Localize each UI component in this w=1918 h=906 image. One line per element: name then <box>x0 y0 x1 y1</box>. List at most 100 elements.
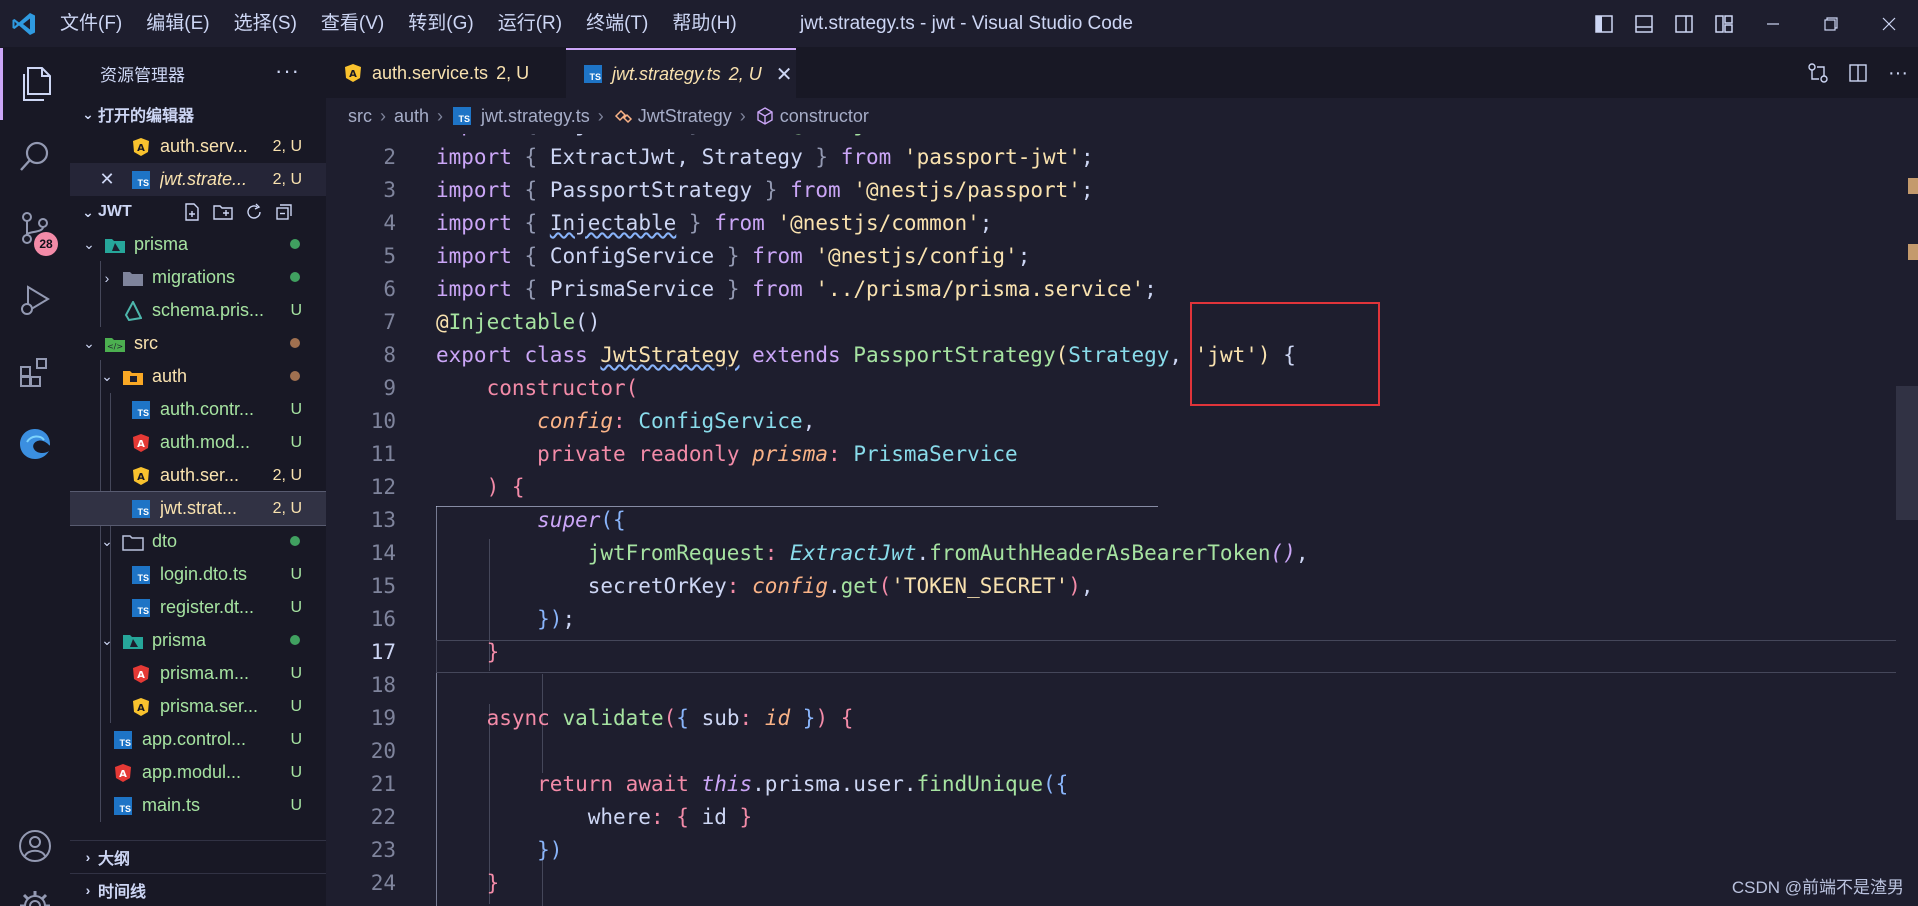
source-control-icon[interactable]: 28 <box>0 192 70 264</box>
tree-file-auth-controller[interactable]: TS auth.contr... U <box>70 393 326 426</box>
code-line: 6 import { PrismaService } from '../prism… <box>383 277 1157 301</box>
open-editor-item-active[interactable]: ✕ TS jwt.strate... 2, U <box>70 163 326 196</box>
outline-title: 大纲 <box>98 851 131 868</box>
run-debug-icon[interactable] <box>0 264 70 336</box>
workspace-section[interactable]: ⌄ JWT <box>70 196 326 228</box>
tree-file-app-module[interactable]: A app.modul... U <box>70 756 326 789</box>
editor-scrollbar[interactable] <box>1896 134 1918 906</box>
settings-gear-icon[interactable] <box>0 870 70 906</box>
menu-selection[interactable]: 选择(S) <box>222 0 309 48</box>
tree-folder-prisma-src[interactable]: ⌄ prisma <box>70 624 326 657</box>
toggle-panel-icon[interactable] <box>1624 0 1664 48</box>
workspace-actions <box>182 202 294 222</box>
menu-run[interactable]: 运行(R) <box>486 0 574 48</box>
minimize-icon[interactable] <box>1744 0 1802 48</box>
typescript-file-icon: TS <box>112 730 134 750</box>
breadcrumb-method[interactable]: constructor <box>780 106 869 127</box>
open-changes-icon[interactable] <box>1798 48 1838 98</box>
new-file-icon[interactable] <box>182 202 202 222</box>
code-line: 8 export class JwtStrategy extends Passpo… <box>383 343 1296 367</box>
code-line: 11 private readonly prisma: PrismaServic… <box>370 442 1018 466</box>
tree-folder-auth[interactable]: ⌄ auth <box>70 360 326 393</box>
open-editors-title: 打开的编辑器 <box>98 108 195 125</box>
code-line: 4 import { Injectable } from '@nestjs/com… <box>383 211 993 235</box>
explorer-icon[interactable] <box>0 48 70 120</box>
activity-bar: 28 <box>0 48 70 906</box>
code-line: 20 <box>370 739 396 763</box>
tree-folder-dto[interactable]: ⌄ dto <box>70 525 326 558</box>
folder-open-icon <box>122 532 144 552</box>
typescript-file-icon: TS <box>130 400 152 420</box>
restore-icon[interactable] <box>1802 0 1860 48</box>
edge-devtools-icon[interactable] <box>0 408 70 480</box>
code-line: 16 }); <box>370 607 576 631</box>
timeline-section[interactable]: › 时间线 <box>70 873 326 905</box>
menu-help[interactable]: 帮助(H) <box>660 0 748 48</box>
more-editor-actions-icon[interactable]: ··· <box>1878 48 1918 98</box>
breadcrumb-src[interactable]: src <box>348 106 372 127</box>
customize-layout-icon[interactable] <box>1704 0 1744 48</box>
svg-text:A: A <box>137 472 145 483</box>
angular-module-icon: A <box>130 433 152 453</box>
breadcrumb-class[interactable]: JwtStrategy <box>638 106 732 127</box>
code-line: 19 async validate({ sub: id }) { <box>370 706 854 730</box>
prisma-folder-icon <box>104 235 126 255</box>
breadcrumb-file[interactable]: jwt.strategy.ts <box>481 106 590 127</box>
menu-terminal[interactable]: 终端(T) <box>574 0 660 48</box>
tree-folder-migrations[interactable]: › migrations <box>70 261 326 294</box>
src-folder-icon: </> <box>104 334 126 354</box>
tree-file-login-dto[interactable]: TS login.dto.ts U <box>70 558 326 591</box>
refresh-icon[interactable] <box>244 202 264 222</box>
extensions-icon[interactable] <box>0 336 70 408</box>
tree-file-auth-service[interactable]: A auth.ser... 2, U <box>70 459 326 492</box>
tree-file-jwt-strategy[interactable]: TS jwt.strat... 2, U <box>70 491 326 526</box>
close-icon[interactable]: ✕ <box>92 169 122 190</box>
tree-file-prisma-service[interactable]: A prisma.ser... U <box>70 690 326 723</box>
tab-jwt-strategy[interactable]: TS jwt.strategy.ts 2, U ✕ <box>566 48 796 98</box>
scroll-thumb[interactable] <box>1896 386 1918 520</box>
editor-tabs: A auth.service.ts 2, U TS jwt.strategy.t… <box>326 48 1918 98</box>
code-line: 22 where: { id } <box>370 805 753 829</box>
toggle-primary-sidebar-icon[interactable] <box>1584 0 1624 48</box>
breadcrumb: src › auth › TS jwt.strategy.ts › JwtStr… <box>326 98 1918 134</box>
tree-file-schema[interactable]: schema.pris... U <box>70 294 326 327</box>
typescript-file-icon: TS <box>130 565 152 585</box>
tree-file-app-controller[interactable]: TS app.control... U <box>70 723 326 756</box>
chevron-right-icon: › <box>85 849 91 865</box>
typescript-file-icon: TS <box>451 106 473 126</box>
tree-file-auth-module[interactable]: A auth.mod... U <box>70 426 326 459</box>
code-line: 18 <box>370 673 396 697</box>
close-tab-icon[interactable]: ✕ <box>776 62 793 87</box>
tree-file-register-dto[interactable]: TS register.dt... U <box>70 591 326 624</box>
open-editors-section[interactable]: ⌄ 打开的编辑器 <box>70 98 326 130</box>
outline-section[interactable]: › 大纲 <box>70 841 326 873</box>
tree-file-prisma-module[interactable]: A prisma.m... U <box>70 657 326 690</box>
more-actions-icon[interactable]: ··· <box>275 58 300 84</box>
typescript-file-icon: TS <box>112 796 134 816</box>
svg-text:A: A <box>137 439 145 450</box>
angular-service-icon: A <box>130 697 152 717</box>
breadcrumb-auth[interactable]: auth <box>394 106 429 127</box>
menu-go[interactable]: 转到(G) <box>396 0 485 48</box>
collapse-all-icon[interactable] <box>274 202 294 222</box>
code-line: 12 ) { <box>370 475 525 499</box>
menu-view[interactable]: 查看(V) <box>309 0 396 48</box>
new-folder-icon[interactable] <box>212 202 234 222</box>
tree-folder-src[interactable]: ⌄ </> src <box>70 327 326 360</box>
search-icon[interactable] <box>0 120 70 192</box>
menu-edit[interactable]: 编辑(E) <box>134 0 221 48</box>
menu-file[interactable]: 文件(F) <box>48 0 134 48</box>
code-line: 21 return await this.prisma.user.findUni… <box>370 772 1069 796</box>
open-editor-item[interactable]: A auth.serv... 2, U <box>70 130 326 163</box>
tree-folder-prisma[interactable]: ⌄ prisma <box>70 228 326 261</box>
window-controls <box>1584 0 1918 48</box>
tab-auth-service[interactable]: A auth.service.ts 2, U <box>326 48 566 98</box>
code-editor[interactable]: 1import { Injectable } from '@nestjs/com… <box>326 134 1918 906</box>
close-window-icon[interactable] <box>1860 0 1918 48</box>
chevron-down-icon: ⌄ <box>82 203 94 220</box>
toggle-secondary-sidebar-icon[interactable] <box>1664 0 1704 48</box>
tree-file-main[interactable]: TS main.ts U <box>70 789 326 822</box>
code-line: 10 config: ConfigService, <box>370 409 816 433</box>
prisma-folder-icon <box>122 631 144 651</box>
split-editor-icon[interactable] <box>1838 48 1878 98</box>
